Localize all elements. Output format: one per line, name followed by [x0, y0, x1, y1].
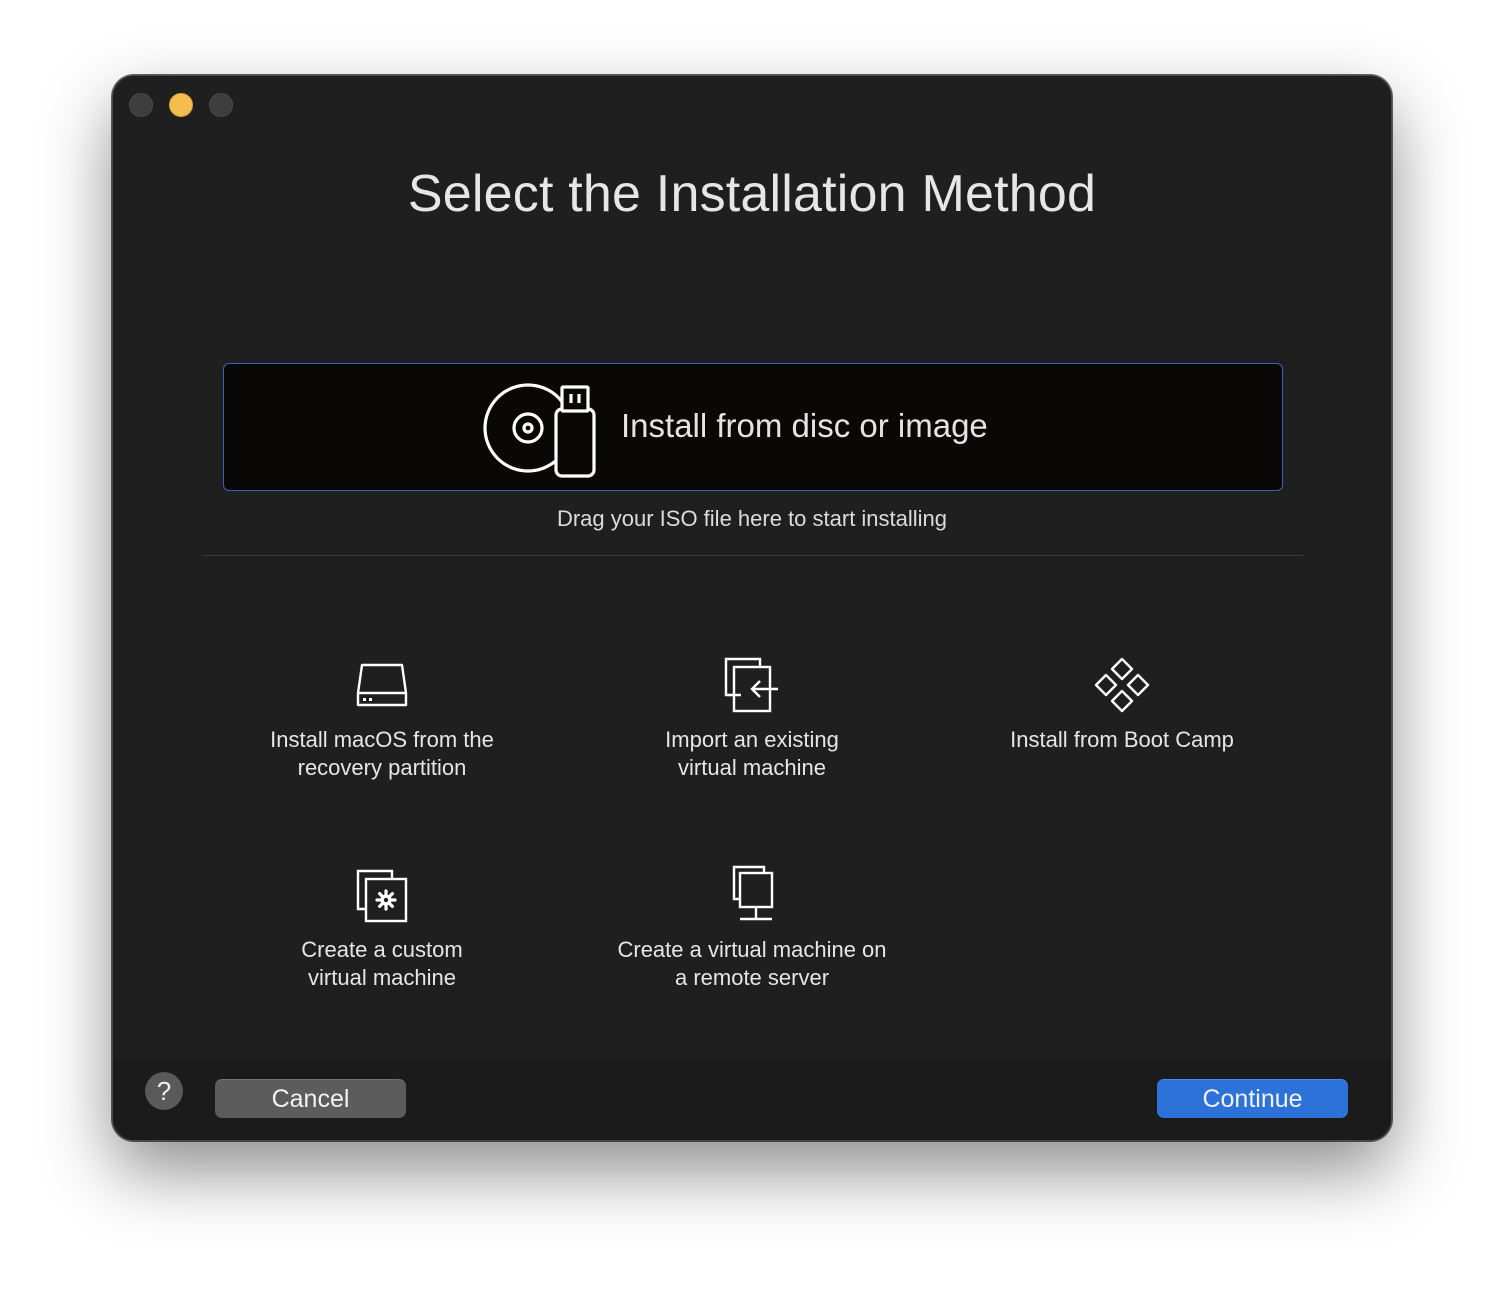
option-install-from-boot-camp[interactable]: Install from Boot Camp [952, 653, 1292, 754]
custom-vm-gear-icon [356, 869, 408, 923]
boot-camp-icon [1094, 657, 1150, 713]
drop-zone-label: Install from disc or image [621, 407, 988, 444]
window-minimize-button[interactable] [169, 93, 193, 117]
installation-method-window: Select the Installation Method Install f… [112, 75, 1392, 1141]
option-create-custom-vm[interactable]: Create a custom virtual machine [212, 863, 552, 992]
continue-button[interactable]: Continue [1157, 1079, 1348, 1118]
window-zoom-button[interactable] [209, 93, 233, 117]
option-install-macos-recovery[interactable]: Install macOS from the recovery partitio… [212, 653, 552, 782]
import-vm-icon [724, 657, 778, 713]
option-create-vm-remote-server[interactable]: Create a virtual machine on a remote ser… [582, 863, 922, 992]
install-from-disc-drop-zone[interactable]: Install from disc or image [223, 363, 1283, 491]
remote-server-icon [732, 865, 774, 921]
option-import-existing-vm[interactable]: Import an existing virtual machine [582, 653, 922, 782]
drop-zone-hint: Drag your ISO file here to start install… [556, 506, 948, 531]
page-title: Select the Installation Method [407, 165, 1097, 223]
option-label: Import an existing virtual machine [665, 727, 839, 780]
option-label: Create a custom virtual machine [301, 937, 463, 990]
cancel-button[interactable]: Cancel [215, 1079, 406, 1118]
disc-usb-icon [483, 383, 596, 478]
hard-drive-icon [356, 663, 408, 707]
section-divider [203, 555, 1303, 556]
option-label: Install from Boot Camp [1010, 727, 1234, 752]
window-close-button[interactable] [129, 93, 153, 117]
option-label: Install macOS from the recovery partitio… [270, 727, 494, 780]
option-label: Create a virtual machine on a remote ser… [617, 937, 887, 990]
help-button[interactable]: ? [145, 1072, 183, 1110]
